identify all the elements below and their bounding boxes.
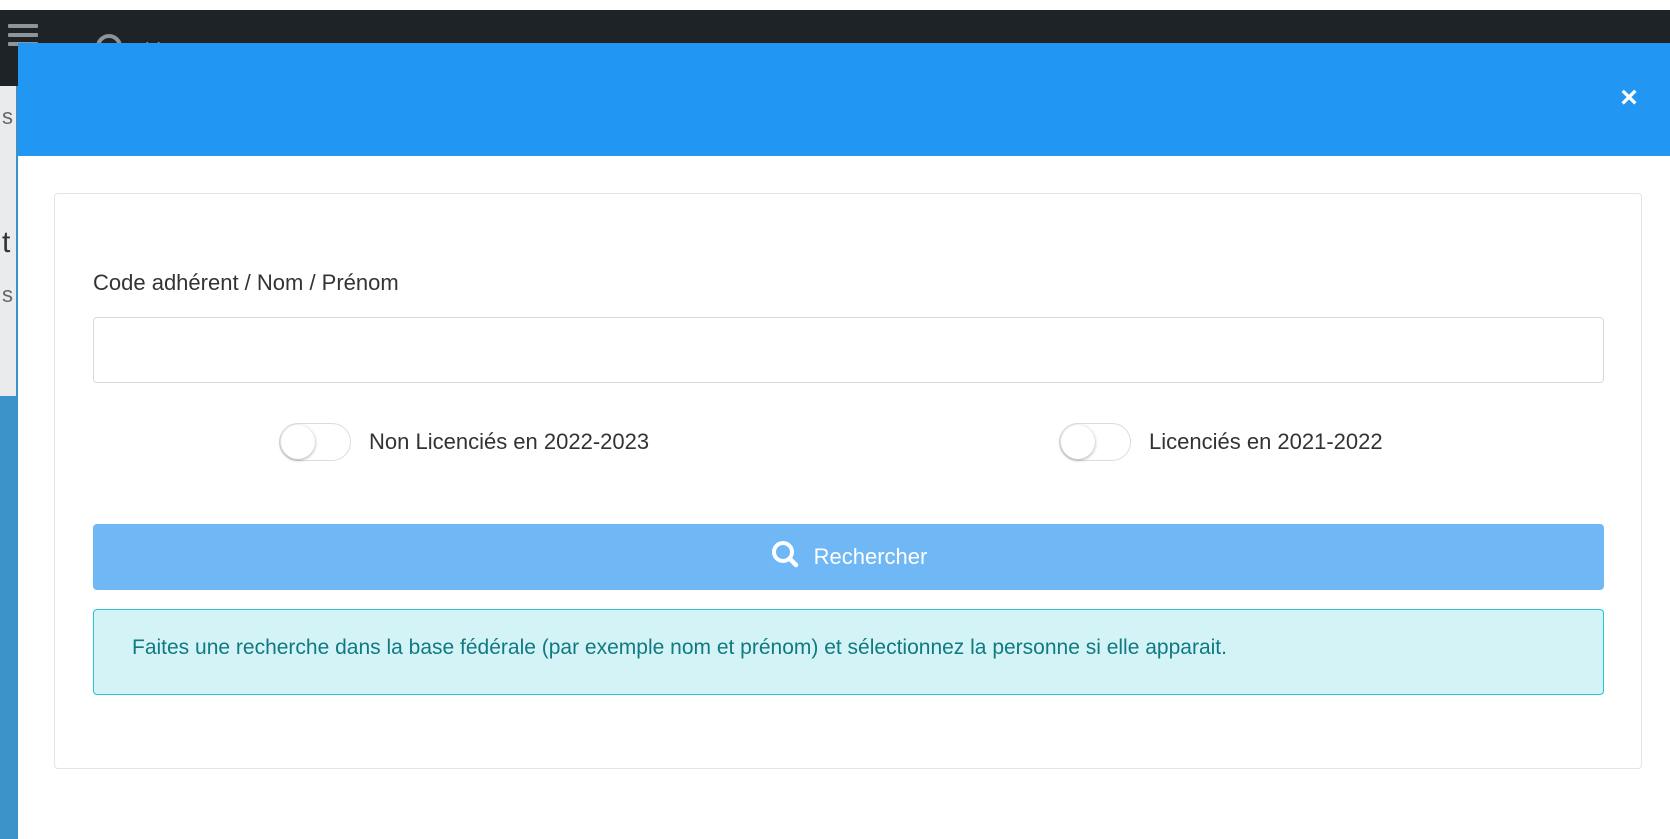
search-form-card: Code adhérent / Nom / Prénom Non Licenci… bbox=[54, 193, 1642, 769]
info-alert: Faites une recherche dans la base fédéra… bbox=[93, 609, 1604, 695]
toggle-non-licencies[interactable]: Non Licenciés en 2022-2023 bbox=[279, 422, 649, 462]
search-icon bbox=[770, 539, 800, 575]
background-text-fragment: s bbox=[2, 104, 13, 129]
search-input[interactable] bbox=[93, 317, 1604, 383]
background-text-fragment: s bbox=[2, 282, 13, 307]
toggle-label: Licenciés en 2021-2022 bbox=[1149, 429, 1383, 454]
modal-header: × bbox=[18, 43, 1670, 156]
toggle-knob bbox=[1061, 425, 1095, 459]
search-button-label: Rechercher bbox=[813, 544, 928, 569]
toggle-switch[interactable] bbox=[279, 423, 351, 461]
search-member-modal: × Code adhérent / Nom / Prénom Non Licen… bbox=[18, 43, 1670, 839]
toggle-licencies[interactable]: Licenciés en 2021-2022 bbox=[1059, 422, 1383, 462]
search-button[interactable]: Rechercher bbox=[93, 524, 1604, 590]
search-field-label: Code adhérent / Nom / Prénom bbox=[93, 270, 399, 295]
toggle-label: Non Licenciés en 2022-2023 bbox=[369, 429, 650, 454]
close-icon[interactable]: × bbox=[1614, 83, 1644, 113]
background-text-fragment: t bbox=[2, 226, 11, 259]
toggle-knob bbox=[281, 425, 315, 459]
info-message: Faites une recherche dans la base fédéra… bbox=[132, 636, 1227, 659]
background-page-content: s t s bbox=[0, 86, 16, 396]
toggle-switch[interactable] bbox=[1059, 423, 1131, 461]
